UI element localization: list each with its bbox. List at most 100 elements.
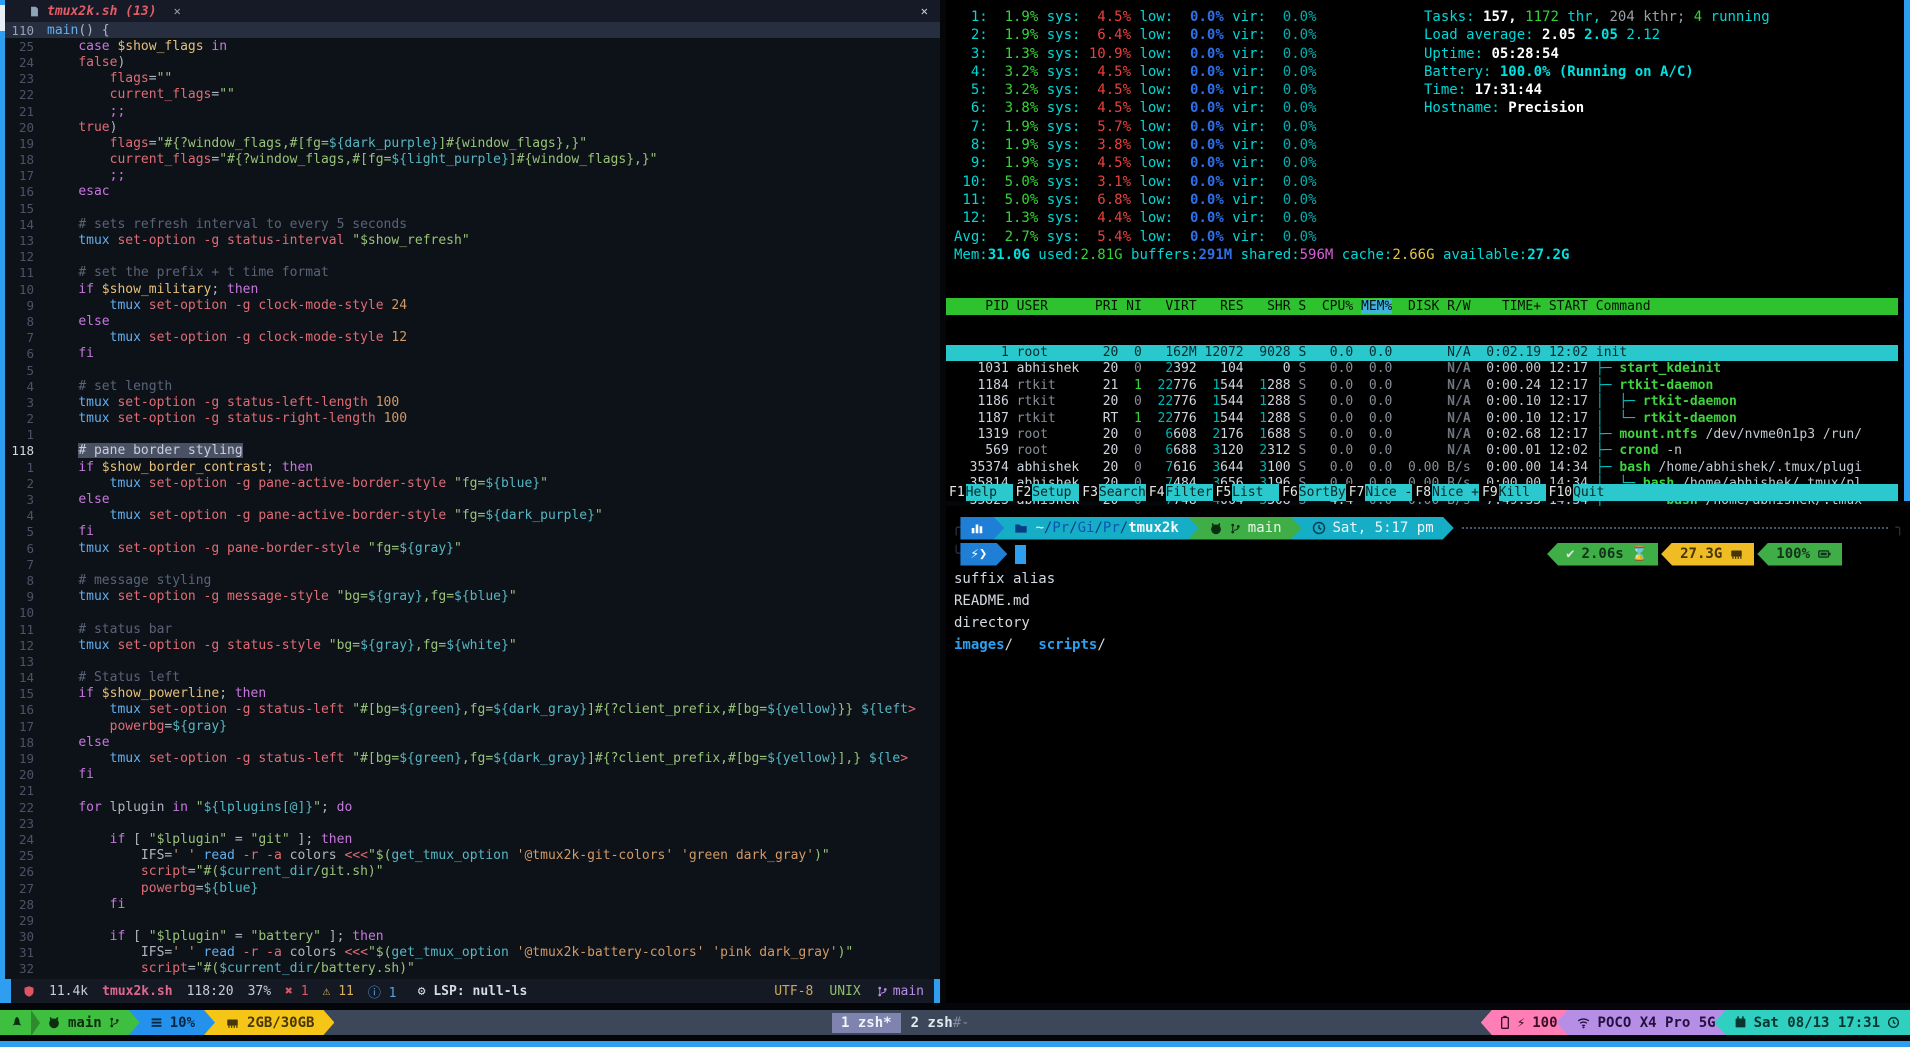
system-info-line: Time: 17:31:44 — [1424, 81, 1770, 99]
code-line: 5 fi — [5, 524, 940, 540]
code-line: 23 — [5, 815, 940, 831]
code-line: 32 script="#($current_dir/battery.sh)" — [5, 961, 940, 977]
htop-function-keys: F1Help F2Setup F3SearchF4FilterF5List F6… — [946, 484, 1898, 501]
process-row[interactable]: 569 root 20 0 6688 3120 2312 S 0.0 0.0 N… — [946, 443, 1898, 459]
fkey-f5[interactable]: F5 — [1213, 484, 1233, 501]
cpu-meter-row: 7: 1.9% sys: 5.7% low: 0.0% vir: 0.0% — [954, 118, 1569, 136]
network-segment: POCO X4 Pro 5G — [1557, 1010, 1726, 1035]
pane-close-icon[interactable]: ✕ — [921, 0, 928, 22]
prompt-datetime: Sat, 5:17 pm — [1333, 520, 1434, 536]
file-size: 11.4k — [49, 984, 88, 999]
branch-icon — [877, 985, 888, 998]
code-line: 118 # pane border styling — [5, 443, 940, 459]
battery-icon — [1817, 547, 1832, 561]
fkey-label[interactable]: Nice - — [1365, 484, 1412, 501]
code-line: 6 fi — [5, 346, 940, 362]
terminal-output-line: README.md — [954, 590, 1106, 612]
code-line: 15 if $show_powerline; then — [5, 686, 940, 702]
rocket-icon — [10, 1016, 24, 1030]
code-line: 10 — [5, 605, 940, 621]
system-info-line: Tasks: 157, 1172 thr, 204 kthr; 4 runnin… — [1424, 8, 1770, 26]
process-row[interactable]: 1186 rtkit 20 0 22776 1544 1288 S 0.0 0.… — [946, 394, 1898, 410]
system-info-line: Battery: 100.0% (Running on A/C) — [1424, 63, 1770, 81]
fkey-f3[interactable]: F3 — [1079, 484, 1099, 501]
code-line: 20 true) — [5, 119, 940, 135]
fkey-f9[interactable]: F9 — [1479, 484, 1499, 501]
process-row[interactable]: 1031 abhishek 20 0 2392 104 0 S 0.0 0.0 … — [946, 361, 1898, 377]
file-icon — [29, 5, 40, 18]
battery-status-segment: ⚡ 100 — [1481, 1010, 1568, 1035]
htop-pane[interactable]: 1: 1.9% sys: 4.5% low: 0.0% vir: 0.0% 2:… — [946, 0, 1904, 501]
process-row[interactable]: 1319 root 20 0 6608 2176 1688 S 0.0 0.0 … — [946, 427, 1898, 443]
fkey-f6[interactable]: F6 — [1279, 484, 1299, 501]
code-line: 24 false) — [5, 54, 940, 70]
folder-icon — [1014, 522, 1028, 535]
wifi-icon — [1576, 1016, 1591, 1029]
code-buffer[interactable]: 110main() {25 case $show_flags in24 fals… — [5, 22, 940, 979]
tab-close-icon[interactable]: ✕ — [174, 4, 181, 18]
code-line: 24 if [ "$lplugin" = "git" ]; then — [5, 831, 940, 847]
calendar-icon — [1734, 1016, 1747, 1029]
code-line: 13 — [5, 653, 940, 669]
editor-pane[interactable]: tmux2k.sh (13) ✕ ✕ 110main() {25 case $s… — [5, 0, 940, 1003]
gauge-icon — [150, 1016, 163, 1029]
system-info-line: Load average: 2.05 2.05 2.12 — [1424, 26, 1770, 44]
branch-icon — [1230, 522, 1241, 535]
charging-bolt-icon: ⚡ — [1517, 1015, 1525, 1031]
terminal-pane[interactable]: ╭ ~/Pr/Gi/Pr/tmux2k main Sat, 5:17 pm ╮ … — [946, 506, 1910, 1003]
fkey-f8[interactable]: F8 — [1412, 484, 1432, 501]
code-line: 21 — [5, 783, 940, 799]
code-line: 5 — [5, 362, 940, 378]
memory-segment: 27.3G — [1661, 543, 1754, 566]
fkey-label[interactable]: List — [1232, 484, 1279, 501]
fkey-label[interactable]: Setup — [1032, 484, 1079, 501]
check-icon: ✔ — [1566, 546, 1574, 562]
code-line: 19 flags="#{?window_flags,#[fg=${dark_pu… — [5, 135, 940, 151]
process-row[interactable]: 1187 rtkit RT 1 22776 1544 1288 S 0.0 0.… — [946, 411, 1898, 427]
code-line: 12 — [5, 249, 940, 265]
code-line: 9 tmux set-option -g message-style "bg=$… — [5, 589, 940, 605]
fkey-label[interactable]: Search — [1099, 484, 1146, 501]
tmux-status-bar: main 10% 2GB/30GB 1 zsh* 2 zsh#- ⚡ 100 — [0, 1010, 1910, 1035]
ram-icon — [225, 1016, 240, 1030]
code-line: 11 # set the prefix + t time format — [5, 265, 940, 281]
fkey-f10[interactable]: F10 — [1546, 484, 1573, 501]
tmux-window-2[interactable]: 2 zsh#- — [911, 1015, 970, 1031]
tmux-session-name: main — [68, 1015, 102, 1031]
process-row[interactable]: 35374 abhishek 20 0 7616 3644 3100 S 0.0… — [946, 460, 1898, 476]
octocat-icon — [1209, 522, 1223, 535]
code-line: 21 ;; — [5, 103, 940, 119]
code-line: 20 fi — [5, 767, 940, 783]
fkey-f1[interactable]: F1 — [946, 484, 966, 501]
code-line: 23 flags="" — [5, 71, 940, 87]
free-memory: 27.3G — [1680, 546, 1722, 562]
system-info-line: Uptime: 05:28:54 — [1424, 45, 1770, 63]
fkey-f2[interactable]: F2 — [1013, 484, 1033, 501]
system-info-line: Hostname: Precision — [1424, 99, 1770, 117]
code-line: 18 else — [5, 734, 940, 750]
path-segment: ~/Pr/Gi/Pr/tmux2k — [993, 517, 1198, 540]
fkey-label[interactable]: Filter — [1166, 484, 1213, 501]
fkey-f4[interactable]: F4 — [1146, 484, 1166, 501]
terminal-output-line: suffix alias — [954, 568, 1106, 590]
htop-right-border — [1904, 0, 1910, 501]
system-info: Tasks: 157, 1172 thr, 204 kthr; 4 runnin… — [1424, 8, 1770, 118]
tab-tmux2k[interactable]: tmux2k.sh (13) ✕ — [5, 0, 195, 22]
code-line: 22 for lplugin in "${lplugins[@]}"; do — [5, 799, 940, 815]
desktop-screen: tmux2k.sh (13) ✕ ✕ 110main() {25 case $s… — [0, 0, 1910, 1047]
fkey-label[interactable]: Kill — [1499, 484, 1546, 501]
diagnostic-error-count: ✖ 1 — [285, 984, 308, 999]
fkey-f7[interactable]: F7 — [1346, 484, 1366, 501]
cpu-meter-row: Avg: 2.7% sys: 5.4% low: 0.0% vir: 0.0% — [954, 228, 1569, 246]
cpu-usage: 10% — [170, 1015, 195, 1031]
process-row[interactable]: 1 root 20 0 162M 12072 9028 S 0.0 0.0 N/… — [946, 345, 1898, 361]
fkey-label[interactable]: SortBy — [1299, 484, 1346, 501]
code-line: 29 — [5, 912, 940, 928]
tmux-window-1[interactable]: 1 zsh* — [832, 1013, 901, 1033]
fkey-label[interactable]: Help — [966, 484, 1013, 501]
duration-segment: ✔ 2.06s ⌛ — [1547, 543, 1658, 566]
process-table-header[interactable]: PID USER PRI NI VIRT RES SHR S CPU% MEM%… — [946, 298, 1898, 315]
fkey-label[interactable]: Nice + — [1432, 484, 1479, 501]
process-row[interactable]: 1184 rtkit 21 1 22776 1544 1288 S 0.0 0.… — [946, 378, 1898, 394]
fkey-label[interactable]: Quit — [1573, 484, 1898, 501]
